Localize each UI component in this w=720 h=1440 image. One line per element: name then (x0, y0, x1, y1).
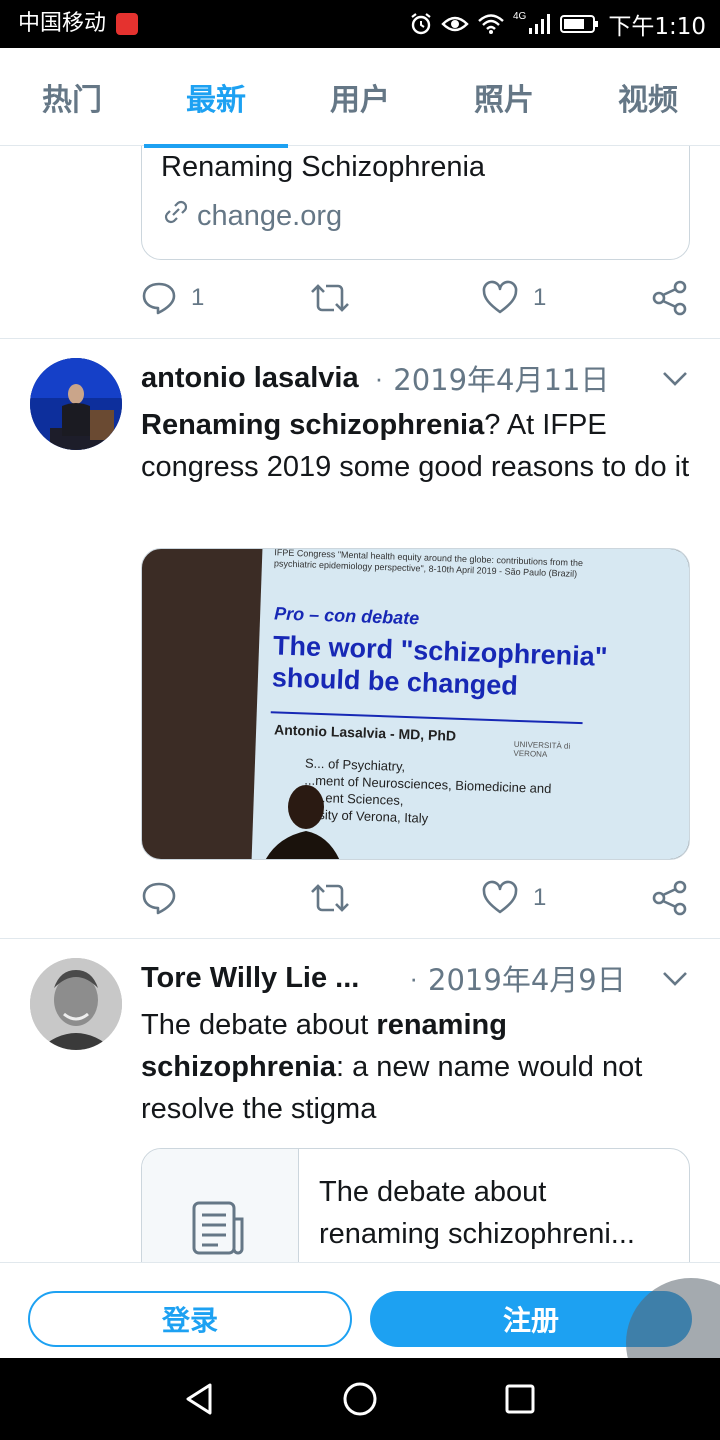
reply-button[interactable] (141, 878, 177, 918)
clock-time: 下午1:10 (608, 14, 706, 40)
eye-icon (441, 13, 469, 35)
link-card-domain: change.org (161, 197, 342, 235)
separator-dot: · (374, 362, 384, 393)
link-icon (161, 197, 191, 235)
tweet-actions: 1 1 (141, 278, 701, 318)
tab-photos[interactable]: 照片 (432, 48, 576, 146)
author-name[interactable]: Tore Willy Lie ... (141, 962, 359, 995)
separator-dot: · (409, 962, 419, 993)
home-icon[interactable] (340, 1379, 380, 1419)
active-tab-indicator (144, 144, 288, 148)
signal-icon (528, 13, 552, 35)
reply-icon (141, 880, 177, 916)
reply-count: 1 (191, 284, 205, 311)
carrier-label: 中国移动 (18, 11, 107, 36)
login-button[interactable]: 登录 (28, 1291, 352, 1347)
slide-affiliation: S... of Psychiatry, ...ment of Neuroscie… (303, 755, 605, 833)
tweet-photo[interactable]: IFPE Congress "Mental health equity arou… (141, 548, 690, 860)
battery-icon (560, 13, 600, 35)
speaker-silhouette (266, 785, 340, 859)
status-bar: 中国移动 4G 下午1:10 (0, 0, 720, 48)
avatar[interactable] (30, 358, 122, 450)
wifi-icon (477, 13, 505, 35)
top-tab-bar: 热门 最新 用户 照片 视频 (0, 48, 720, 146)
heart-icon (481, 280, 519, 316)
slide-title: The word "schizophrenia" should be chang… (271, 630, 609, 701)
tweet-divider (0, 938, 720, 939)
system-nav-bar (0, 1358, 720, 1440)
back-icon[interactable] (180, 1379, 220, 1419)
share-icon (651, 879, 689, 917)
article-title-line: The debate about (319, 1176, 547, 1208)
reply-button[interactable]: 1 (141, 278, 204, 318)
article-title-line: renaming schizophreni... (319, 1218, 635, 1250)
recent-apps-icon[interactable] (500, 1379, 540, 1419)
app-notification-icon (116, 13, 138, 35)
chevron-down-icon[interactable] (660, 966, 690, 995)
tab-popular[interactable]: 热门 (0, 48, 144, 146)
retweet-button[interactable] (309, 278, 351, 318)
tweet-text-start: The debate about (141, 1009, 377, 1041)
tweet-text: The debate about renaming schizophrenia:… (141, 1004, 701, 1130)
tweet-divider (0, 338, 720, 339)
tweet-actions: 1 (141, 878, 701, 918)
tab-videos[interactable]: 视频 (576, 48, 720, 146)
article-title: The debate about renaming schizophreni..… (319, 1171, 674, 1255)
tweet-text-bold: Renaming schizophrenia (141, 409, 485, 441)
author-name[interactable]: antonio lasalvia (141, 362, 359, 395)
article-icon (192, 1201, 244, 1255)
tweet-date[interactable]: 2019年4月11日 (393, 357, 609, 399)
slide-procon: Pro – con debate (273, 603, 420, 629)
tweet-date[interactable]: 2019年4月9日 (428, 957, 626, 999)
share-icon (651, 279, 689, 317)
alarm-icon (409, 12, 433, 36)
retweet-icon (309, 280, 351, 316)
like-count: 1 (533, 284, 547, 311)
tab-users[interactable]: 用户 (288, 48, 432, 146)
tweet-header: Tore Willy Lie ... · 2019年4月9日 (141, 958, 626, 998)
like-count: 1 (533, 884, 547, 911)
slide-header: IFPE Congress "Mental health equity arou… (273, 548, 584, 579)
retweet-button[interactable] (309, 878, 351, 918)
retweet-icon (309, 880, 351, 916)
slide-author: Antonio Lasalvia - MD, PhD (273, 721, 457, 744)
link-domain-text: change.org (197, 199, 343, 232)
tweet-text: Renaming schizophrenia? At IFPE congress… (141, 404, 701, 488)
avatar[interactable] (30, 958, 122, 1050)
like-button[interactable]: 1 (481, 278, 546, 318)
chevron-down-icon[interactable] (660, 366, 690, 395)
auth-bar: 登录 注册 (0, 1262, 720, 1358)
reply-icon (141, 280, 177, 316)
network-type-label: 4G (513, 11, 527, 22)
tweet-header: antonio lasalvia · 2019年4月11日 (141, 358, 609, 398)
like-button[interactable]: 1 (481, 878, 546, 918)
share-button[interactable] (651, 278, 689, 318)
share-button[interactable] (651, 878, 689, 918)
heart-icon (481, 880, 519, 916)
tab-latest[interactable]: 最新 (144, 48, 288, 146)
link-card-title: Renaming Schizophrenia (161, 151, 486, 183)
